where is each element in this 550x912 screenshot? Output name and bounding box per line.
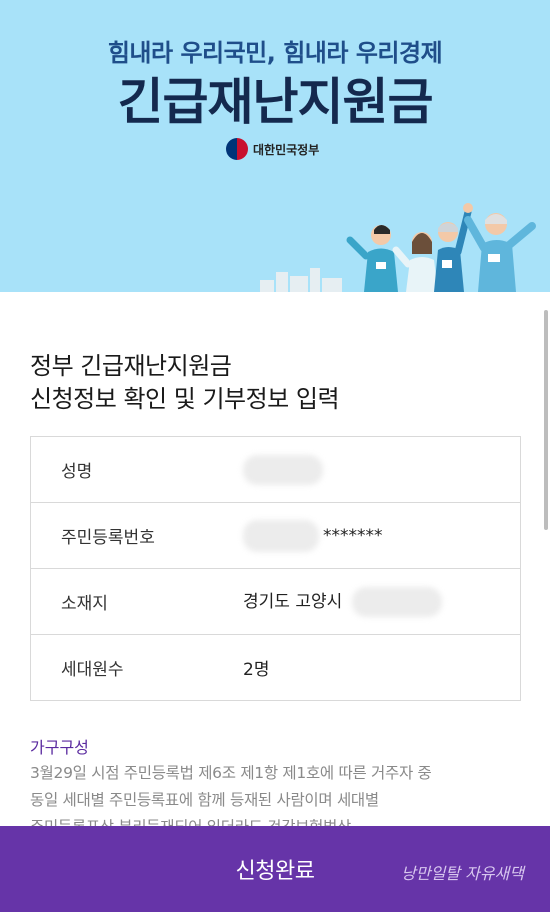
submit-button-label: 신청완료 xyxy=(235,859,315,884)
blurred-resident-number xyxy=(243,519,319,552)
resident-number-value: ******* xyxy=(243,519,383,552)
household-count-value: 2명 xyxy=(243,660,270,680)
scrollbar[interactable] xyxy=(544,310,548,530)
cheering-people-illustration xyxy=(346,203,536,292)
blurred-address xyxy=(351,586,442,617)
taegeuk-logo-icon xyxy=(226,138,248,160)
application-card: 정부 긴급재난지원금 신청정보 확인 및 기부정보 입력 성명 주민등록번호 *… xyxy=(0,292,550,912)
page-title-line2: 신청정보 확인 및 기부정보 입력 xyxy=(30,385,340,413)
info-row-resident-number: 주민등록번호 ******* xyxy=(31,503,520,569)
info-row-household: 세대원수 2명 xyxy=(31,635,520,701)
blurred-name xyxy=(243,454,323,485)
applicant-info-table: 성명 주민등록번호 ******* 소재지 경기도 고양시 세대원수 2명 xyxy=(30,436,521,701)
page-title: 정부 긴급재난지원금 신청정보 확인 및 기부정보 입력 xyxy=(30,350,340,416)
name-value xyxy=(243,454,323,485)
info-label: 소재지 xyxy=(61,594,108,614)
info-row-name: 성명 xyxy=(31,437,520,503)
info-row-address: 소재지 경기도 고양시 xyxy=(31,569,520,635)
government-label: 대한민국정부 xyxy=(253,142,320,157)
government-logo: 대한민국정부 xyxy=(226,138,319,160)
submit-button[interactable]: 신청완료 낭만일탈 자유새댁 xyxy=(0,826,550,912)
household-section-title: 가구구성 xyxy=(30,738,89,757)
info-label: 성명 xyxy=(61,462,93,482)
info-label: 주민등록번호 xyxy=(61,528,155,548)
page-title-line1: 정부 긴급재난지원금 xyxy=(30,352,232,380)
watermark: 낭만일탈 자유새댁 xyxy=(401,864,524,883)
address-value: 경기도 고양시 xyxy=(243,586,442,617)
info-label: 세대원수 xyxy=(61,660,124,680)
banner-title: 긴급재난지원금 xyxy=(117,73,434,131)
hero-banner: 힘내라 우리국민, 힘내라 우리경제 긴급재난지원금 대한민국정부 xyxy=(0,0,550,292)
